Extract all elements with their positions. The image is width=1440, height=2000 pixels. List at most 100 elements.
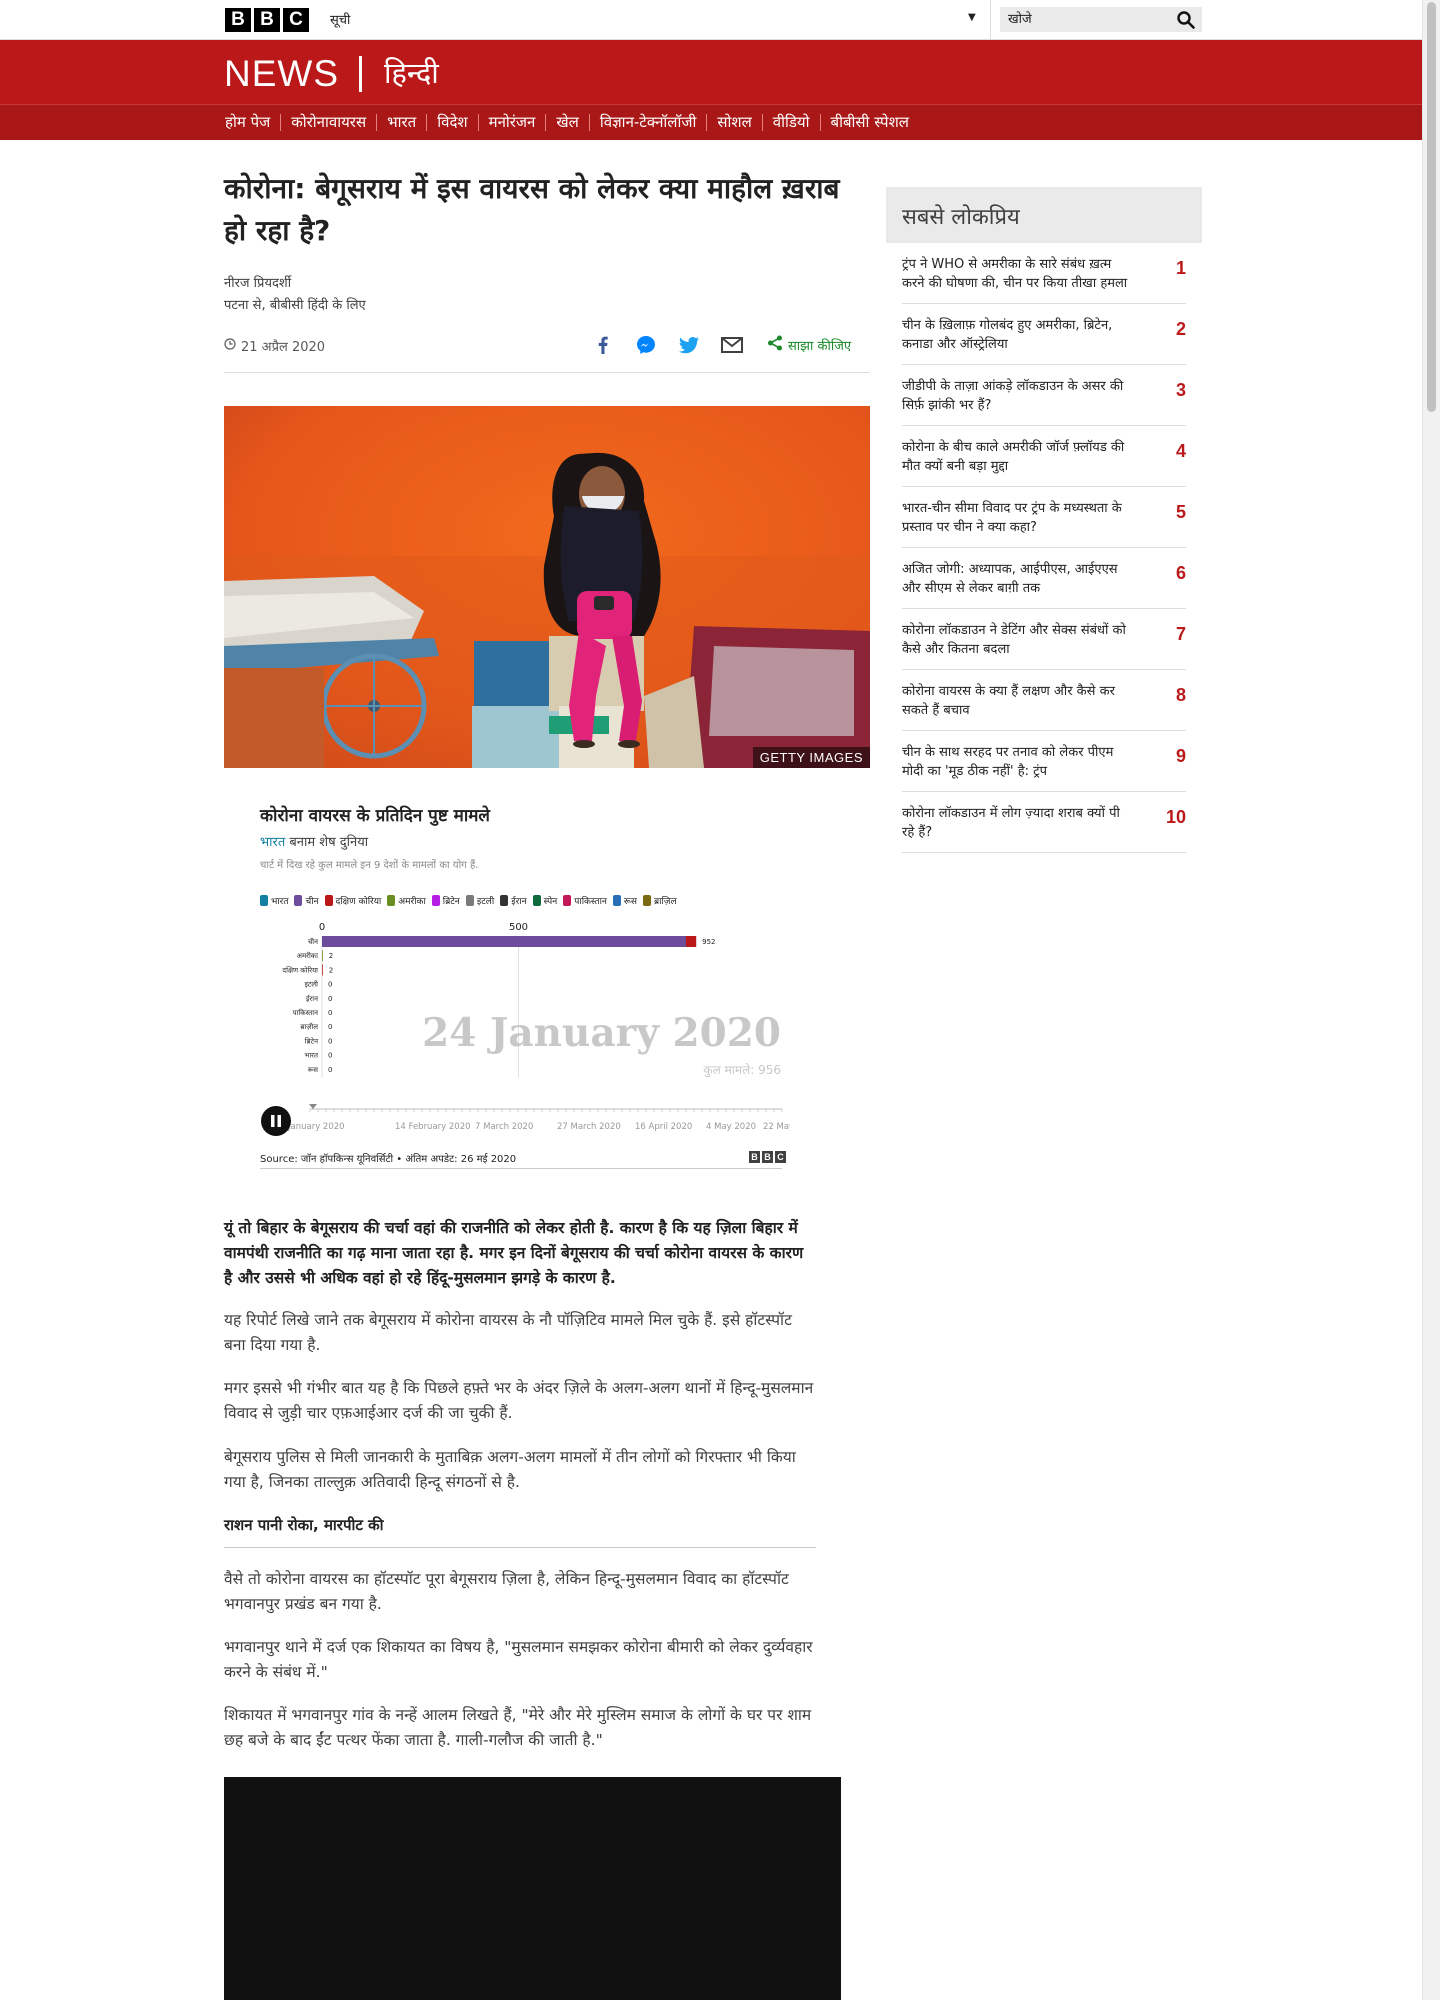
data-label: 0 — [328, 1023, 332, 1031]
timeline-label: 22 May 2 — [763, 1122, 790, 1132]
most-popular-item[interactable]: अजित जोगी: अध्यापक, आईपीएस, आईएएस और सीए… — [902, 548, 1186, 609]
article-paragraph: शिकायत में भगवानपुर गांव के नन्हें आलम ल… — [224, 1706, 812, 1749]
legend-swatch — [260, 895, 268, 906]
legend-item: ब्रिटेन — [431, 894, 460, 907]
most-popular-item[interactable]: कोरोना के बीच काले अमरीकी जॉर्ज फ़्लॉयड … — [902, 426, 1186, 487]
most-popular-item[interactable]: कोरोना लॉकडाउन में लोग ज़्यादा शराब क्यो… — [902, 792, 1186, 853]
data-label: 0 — [328, 995, 332, 1003]
most-popular-item-text: कोरोना लॉकडाउन में लोग ज़्यादा शराब क्यो… — [902, 806, 1120, 840]
nav-item-home[interactable]: होम पेज — [225, 114, 280, 131]
most-popular-item-text: भारत-चीन सीमा विवाद पर ट्रंप के मध्यस्थत… — [902, 501, 1122, 535]
messenger-icon[interactable] — [635, 334, 657, 356]
nav-item-video[interactable]: वीडियो — [761, 114, 820, 131]
data-label: 952 — [702, 938, 715, 946]
author-location: पटना से, बीबीसी हिंदी के लिए — [224, 298, 366, 313]
nav-item-international[interactable]: विदेश — [426, 114, 477, 131]
date-text: 21 अप्रैल 2020 — [241, 340, 326, 355]
most-popular-item[interactable]: कोरोना वायरस के क्या हैं लक्षण और कैसे क… — [902, 670, 1186, 731]
date-overlay: 24 January 2020 — [422, 1010, 781, 1056]
category-label: इटली — [304, 980, 318, 989]
category-label: ब्राज़ील — [300, 1022, 318, 1031]
search-box — [1000, 7, 1202, 32]
timeline-label: 7 March 2020 — [475, 1122, 533, 1132]
pause-icon-bar — [277, 1115, 281, 1127]
bbc-logo[interactable]: B B C — [225, 8, 309, 32]
most-popular-item[interactable]: कोरोना लॉकडाउन ने डेटिंग और सेक्स संबंधो… — [902, 609, 1186, 670]
legend-item: इटली — [465, 894, 494, 907]
email-icon[interactable] — [721, 334, 743, 356]
hindi-logo[interactable]: हिन्दी — [384, 53, 439, 92]
most-popular-list: ट्रंप ने WHO से अमरीका के सारे संबंध ख़त… — [902, 243, 1186, 853]
article-paragraph: बेगूसराय पुलिस से मिली जानकारी के मुताबि… — [224, 1448, 796, 1491]
legend-label: ब्रिटेन — [442, 897, 460, 907]
video-player[interactable] — [224, 1777, 841, 2000]
search-icon[interactable] — [1176, 10, 1196, 30]
chevron-down-icon[interactable]: ▼ — [968, 12, 976, 23]
share-label: साझा कीजिए — [788, 339, 852, 354]
legend-item: दक्षिण कोरिया — [324, 894, 382, 907]
facebook-icon[interactable] — [592, 334, 614, 356]
legend-label: भारत — [271, 897, 289, 907]
total-cases-label: कुल मामले: 956 — [703, 1063, 781, 1078]
nav-item-bbc-special[interactable]: बीबीसी स्पेशल — [819, 114, 919, 131]
bar — [322, 936, 697, 947]
most-popular-item[interactable]: भारत-चीन सीमा विवाद पर ट्रंप के मध्यस्थत… — [902, 487, 1186, 548]
timeline-label: 4 May 2020 — [706, 1122, 756, 1132]
share-icon — [767, 335, 783, 355]
scrollbar[interactable] — [1422, 0, 1440, 2000]
clock-icon — [224, 338, 236, 354]
data-label: 0 — [328, 1009, 332, 1017]
category-label: भारत — [304, 1052, 319, 1060]
legend-label: ईरान — [511, 897, 527, 907]
most-popular-item-text: अजित जोगी: अध्यापक, आईपीएस, आईएएस और सीए… — [902, 562, 1118, 596]
pause-icon[interactable] — [261, 1106, 291, 1136]
most-popular-rank: 9 — [1175, 746, 1186, 766]
legend-label: स्पेन — [543, 897, 558, 907]
most-popular-rank: 7 — [1175, 624, 1186, 644]
nav-item-entertainment[interactable]: मनोरंजन — [477, 114, 546, 131]
chart-title: कोरोना वायरस के प्रतिदिन पुष्ट मामले — [260, 806, 490, 826]
nav-item-india[interactable]: भारत — [376, 114, 426, 131]
most-popular-rank: 5 — [1175, 502, 1186, 522]
news-logo[interactable]: NEWS — [224, 53, 339, 95]
most-popular: सबसे लोकप्रिय ट्रंप ने WHO से अमरीका के … — [886, 187, 1202, 853]
bbc-logo-letter: B — [254, 8, 280, 32]
most-popular-item-text: कोरोना के बीच काले अमरीकी जॉर्ज फ़्लॉयड … — [902, 440, 1125, 474]
category-label: ब्रिटेन — [305, 1036, 318, 1045]
x-tick-label: 500 — [509, 922, 528, 933]
legend-swatch — [500, 895, 509, 906]
most-popular-item[interactable]: चीन के ख़िलाफ़ गोलबंद हुए अमरीका, ब्रिटे… — [902, 304, 1186, 365]
search-input[interactable] — [1000, 7, 1160, 32]
cases-chart: कोरोना वायरस के प्रतिदिन पुष्ट मामले भार… — [260, 800, 790, 1170]
twitter-icon[interactable] — [678, 334, 700, 356]
share-button[interactable]: साझा कीजिए — [767, 335, 851, 355]
legend-swatch — [431, 895, 440, 906]
scrollbar-thumb[interactable] — [1427, 2, 1436, 412]
hero-image: GETTY IMAGES — [224, 406, 870, 768]
most-popular-rank: 10 — [1165, 807, 1186, 827]
most-popular-item[interactable]: जीडीपी के ताज़ा आंकड़े लॉकडाउन के असर की… — [902, 365, 1186, 426]
article-paragraph: यह रिपोर्ट लिखे जाने तक बेगूसराय में कोर… — [224, 1311, 792, 1354]
top-bar: B B C सूची ▼ — [0, 0, 1422, 40]
most-popular-item[interactable]: ट्रंप ने WHO से अमरीका के सारे संबंध ख़त… — [902, 243, 1186, 304]
nav-item-social[interactable]: सोशल — [706, 114, 761, 131]
legend-item: स्पेन — [532, 894, 558, 907]
legend-label: दक्षिण कोरिया — [335, 897, 382, 907]
pause-icon-bar — [271, 1115, 275, 1127]
menu-link[interactable]: सूची — [330, 10, 350, 28]
x-tick-label: 0 — [319, 922, 325, 933]
nav-item-science-tech[interactable]: विज्ञान-टेक्नॉलॉजी — [588, 114, 707, 131]
most-popular-rank: 8 — [1175, 685, 1186, 705]
divider — [224, 1547, 816, 1548]
legend-label: चीन — [305, 897, 319, 907]
nav-item-sport[interactable]: खेल — [545, 114, 588, 131]
most-popular-item[interactable]: चीन के साथ सरहद पर तनाव को लेकर पीएम मोद… — [902, 731, 1186, 792]
main-nav: होम पेज कोरोनावायरस भारत विदेश मनोरंजन ख… — [0, 104, 1422, 140]
legend-swatch — [642, 895, 651, 906]
nav-item-coronavirus[interactable]: कोरोनावायरस — [280, 114, 376, 131]
most-popular-rank: 4 — [1175, 441, 1186, 461]
legend-swatch — [387, 895, 396, 906]
category-label: अमरीका — [297, 951, 319, 960]
masthead: NEWS हिन्दी — [0, 40, 1422, 104]
legend-item: पाकिस्तान — [563, 894, 607, 907]
